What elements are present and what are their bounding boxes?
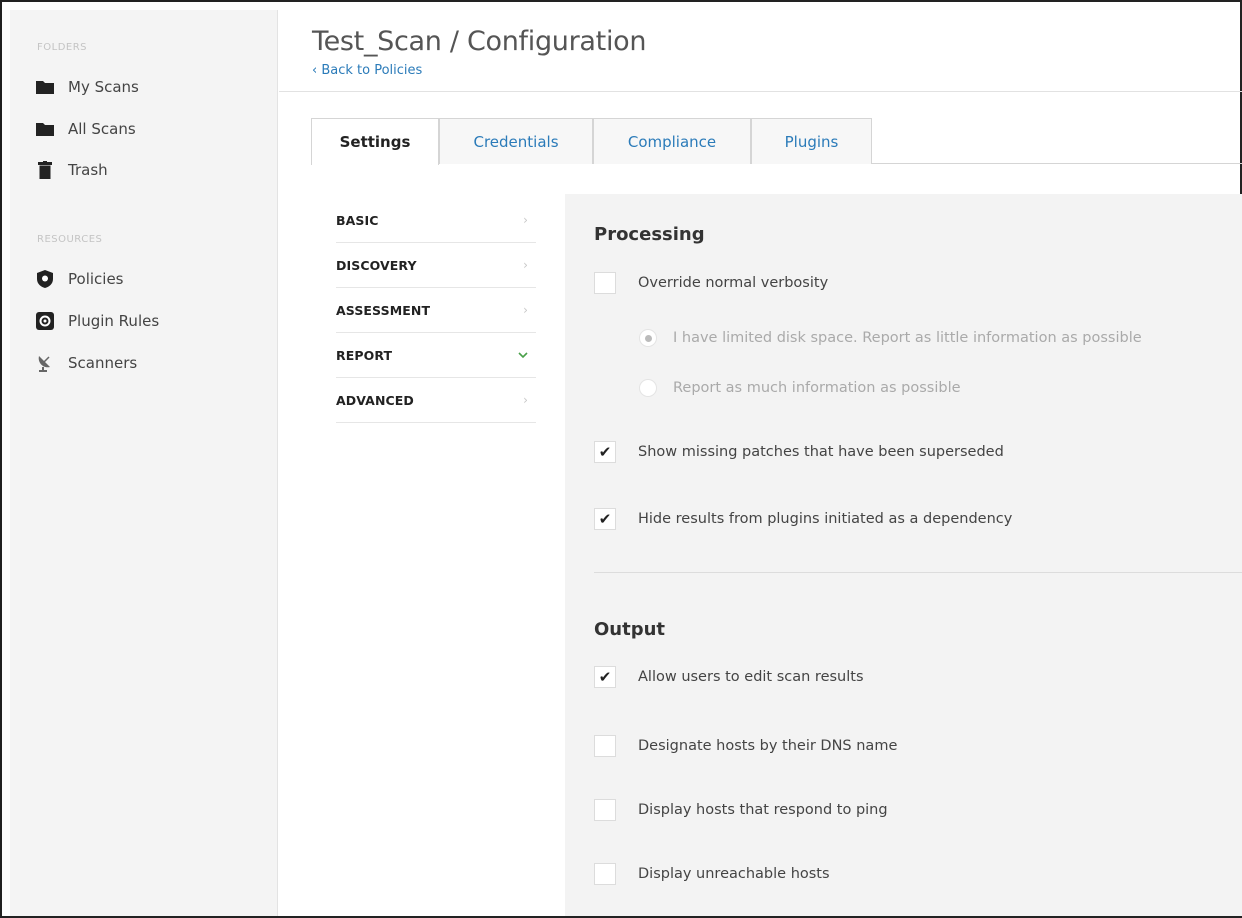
plugin-rules-icon: [36, 312, 54, 330]
page-title: Test_Scan / Configuration: [312, 26, 647, 57]
tab-compliance[interactable]: Compliance: [593, 118, 751, 164]
option-label: Display unreachable hosts: [638, 866, 830, 882]
output-section-title: Output: [594, 619, 666, 640]
option-label: Show missing patches that have been supe…: [638, 444, 1004, 460]
menu-item-label: REPORT: [336, 347, 393, 363]
menu-item-basic[interactable]: BASIC ›: [336, 198, 536, 243]
show-missing-patches-checkbox[interactable]: ✔: [594, 441, 616, 463]
report-settings-panel: Processing Override normal verbosity I h…: [565, 194, 1242, 916]
sidebar: FOLDERS My Scans All Scans Trash RESOURC…: [10, 10, 278, 916]
allow-edit-results-option: ✔ Allow users to edit scan results: [594, 665, 864, 689]
option-label: I have limited disk space. Report as lit…: [673, 330, 1142, 346]
menu-item-assessment[interactable]: ASSESSMENT ›: [336, 288, 536, 333]
trash-icon: [36, 161, 54, 179]
checkmark-icon: ✔: [598, 668, 612, 686]
option-label: Override normal verbosity: [638, 275, 829, 291]
override-verbosity-checkbox[interactable]: [594, 272, 616, 294]
display-unreachable-hosts-checkbox[interactable]: [594, 863, 616, 885]
menu-item-report[interactable]: REPORT: [336, 333, 536, 378]
tab-credentials[interactable]: Credentials: [439, 118, 593, 164]
tab-settings[interactable]: Settings: [311, 118, 439, 165]
verbosity-full-option: Report as much information as possible: [639, 376, 961, 400]
chevron-right-icon: ›: [523, 393, 528, 407]
display-ping-hosts-option: Display hosts that respond to ping: [594, 798, 888, 822]
chevron-down-icon: [518, 348, 528, 362]
display-ping-hosts-checkbox[interactable]: [594, 799, 616, 821]
chevron-right-icon: ›: [523, 213, 528, 227]
tab-plugins[interactable]: Plugins: [751, 118, 872, 164]
sidebar-item-trash[interactable]: Trash: [36, 155, 108, 185]
menu-item-label: BASIC: [336, 212, 379, 228]
settings-menu: BASIC › DISCOVERY › ASSESSMENT › REPORT …: [336, 198, 536, 423]
sidebar-item-label: All Scans: [68, 120, 136, 138]
option-label: Report as much information as possible: [673, 380, 961, 396]
folder-icon: [36, 78, 54, 96]
option-label: Designate hosts by their DNS name: [638, 738, 898, 754]
display-unreachable-hosts-option: Display unreachable hosts: [594, 862, 830, 886]
allow-edit-results-checkbox[interactable]: ✔: [594, 666, 616, 688]
checkmark-icon: ✔: [598, 510, 612, 528]
tab-bar: Settings Credentials Compliance Plugins: [311, 118, 1242, 165]
menu-item-discovery[interactable]: DISCOVERY ›: [336, 243, 536, 288]
sidebar-item-plugin-rules[interactable]: Plugin Rules: [36, 306, 159, 336]
sidebar-item-label: Policies: [68, 270, 124, 288]
sidebar-item-label: Plugin Rules: [68, 312, 160, 330]
processing-section-title: Processing: [594, 224, 705, 245]
satellite-dish-icon: [36, 354, 54, 372]
show-missing-patches-option: ✔ Show missing patches that have been su…: [594, 440, 1004, 464]
sidebar-item-label: Trash: [68, 161, 108, 179]
sidebar-item-scanners[interactable]: Scanners: [36, 348, 137, 378]
chevron-right-icon: ›: [523, 303, 528, 317]
menu-item-label: DISCOVERY: [336, 257, 417, 273]
page-header: Test_Scan / Configuration ‹ Back to Poli…: [279, 10, 1242, 92]
sidebar-item-label: Scanners: [68, 354, 138, 372]
override-verbosity-option: Override normal verbosity: [594, 271, 828, 295]
shield-icon: [36, 270, 54, 288]
option-label: Display hosts that respond to ping: [638, 802, 888, 818]
sidebar-item-policies[interactable]: Policies: [36, 264, 123, 294]
menu-item-label: ASSESSMENT: [336, 302, 431, 318]
checkmark-icon: ✔: [598, 443, 612, 461]
hide-dependency-results-checkbox[interactable]: ✔: [594, 508, 616, 530]
verbosity-limited-radio[interactable]: [639, 329, 657, 347]
sidebar-item-label: My Scans: [68, 78, 139, 96]
menu-item-label: ADVANCED: [336, 392, 414, 408]
sidebar-item-all-scans[interactable]: All Scans: [36, 114, 136, 144]
section-divider: [594, 572, 1242, 573]
back-to-policies-link[interactable]: ‹ Back to Policies: [312, 63, 422, 78]
option-label: Hide results from plugins initiated as a…: [638, 511, 1013, 527]
chevron-right-icon: ›: [523, 258, 528, 272]
resources-heading: RESOURCES: [37, 234, 103, 245]
hide-dependency-results-option: ✔ Hide results from plugins initiated as…: [594, 507, 1012, 531]
verbosity-full-radio[interactable]: [639, 379, 657, 397]
radio-selected-dot: [644, 334, 652, 342]
designate-dns-option: Designate hosts by their DNS name: [594, 734, 897, 758]
option-label: Allow users to edit scan results: [638, 669, 864, 685]
designate-dns-checkbox[interactable]: [594, 735, 616, 757]
folders-heading: FOLDERS: [37, 42, 88, 53]
folder-icon: [36, 120, 54, 138]
menu-item-advanced[interactable]: ADVANCED ›: [336, 378, 536, 423]
sidebar-item-my-scans[interactable]: My Scans: [36, 72, 139, 102]
verbosity-limited-option: I have limited disk space. Report as lit…: [639, 326, 1142, 350]
